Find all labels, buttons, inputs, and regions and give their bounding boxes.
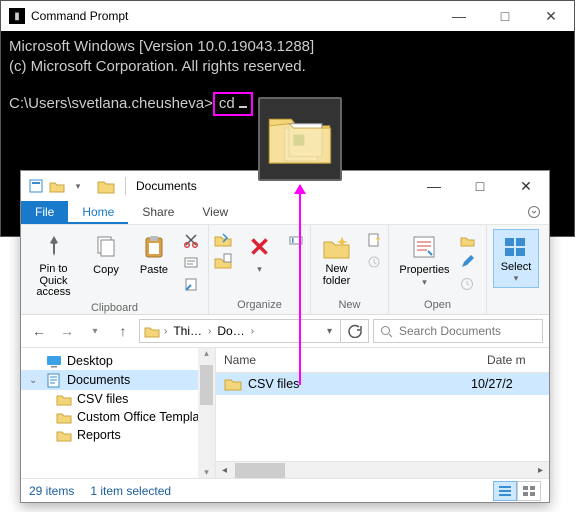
tree-item-documents[interactable]: ⌄ Documents <box>21 370 215 390</box>
new-group-label: New <box>338 298 360 312</box>
qat-dropdown-icon[interactable]: ▾ <box>69 177 87 195</box>
cmd-output-line: (c) Microsoft Corporation. All rights re… <box>9 57 566 77</box>
drag-arrow-annotation <box>299 185 301 385</box>
cmd-titlebar[interactable]: ▮ Command Prompt — □ ✕ <box>1 1 574 31</box>
file-row-csv[interactable]: CSV files 10/27/2 <box>216 373 549 395</box>
column-date[interactable]: Date m <box>479 348 549 372</box>
search-icon <box>380 325 393 338</box>
file-explorer-window: ▾ Documents — □ ✕ File Home Share View P… <box>20 170 550 503</box>
cmd-title: Command Prompt <box>31 9 436 23</box>
delete-button[interactable]: ✕ ▾ <box>238 229 282 277</box>
refresh-button[interactable] <box>340 320 368 342</box>
select-button[interactable]: Select ▾ <box>493 229 539 288</box>
chevron-right-icon[interactable]: › <box>206 326 213 337</box>
tree-item-reports[interactable]: Reports <box>21 426 215 444</box>
drag-folder-ghost <box>258 97 342 181</box>
rename-button[interactable] <box>286 229 308 251</box>
tab-view[interactable]: View <box>188 201 242 224</box>
tab-share[interactable]: Share <box>128 201 188 224</box>
nav-back-button[interactable]: ← <box>27 319 51 343</box>
explorer-title: Documents <box>136 179 407 193</box>
breadcrumb[interactable]: › Thi… › Do… › ▾ <box>139 319 369 343</box>
address-bar: ← → ▾ ↑ › Thi… › Do… › ▾ Search Document… <box>21 315 549 348</box>
paste-shortcut-button[interactable] <box>180 273 202 295</box>
nav-tree[interactable]: Desktop ⌄ Documents CSV files Custom Off… <box>21 348 216 478</box>
copy-to-button[interactable] <box>212 251 234 273</box>
view-details-button[interactable] <box>493 481 517 501</box>
easy-access-button[interactable] <box>363 251 385 273</box>
qat-newfolder-icon[interactable] <box>48 177 66 195</box>
new-item-button[interactable] <box>363 229 385 251</box>
maximize-button[interactable]: □ <box>482 1 528 31</box>
ribbon: Pin to Quick access Copy Paste Clipboard <box>21 225 549 315</box>
tree-item-desktop[interactable]: Desktop <box>21 352 215 370</box>
properties-button[interactable]: Properties ▾ <box>397 229 451 290</box>
breadcrumb-dropdown-icon[interactable]: ▾ <box>327 326 338 337</box>
close-button[interactable]: ✕ <box>528 1 574 31</box>
breadcrumb-folder-icon <box>144 323 160 339</box>
organize-group-label: Organize <box>237 298 282 312</box>
column-name[interactable]: Name <box>216 348 479 372</box>
open-button[interactable] <box>456 229 478 251</box>
new-folder-button[interactable]: New folder <box>315 229 359 289</box>
status-bar: 29 items 1 item selected <box>21 478 549 502</box>
explorer-minimize-button[interactable]: — <box>411 171 457 201</box>
history-button[interactable] <box>456 273 478 295</box>
chevron-right-icon[interactable]: › <box>249 326 256 337</box>
breadcrumb-seg[interactable]: Thi… <box>171 324 204 338</box>
copy-path-button[interactable] <box>180 251 202 273</box>
folder-icon <box>224 376 242 392</box>
minimize-button[interactable]: — <box>436 1 482 31</box>
file-list-hscroll[interactable]: ◂▸ <box>216 461 549 478</box>
status-count: 29 items <box>29 484 74 498</box>
cmd-app-icon: ▮ <box>9 8 25 24</box>
tree-scrollbar[interactable]: ▴ ▾ <box>198 348 215 478</box>
titlebar-folder-icon <box>97 177 115 195</box>
explorer-maximize-button[interactable]: □ <box>457 171 503 201</box>
move-to-button[interactable] <box>212 229 234 251</box>
tab-home[interactable]: Home <box>68 201 128 224</box>
cmd-typed-command: cd <box>213 92 253 116</box>
view-large-button[interactable] <box>517 481 541 501</box>
ribbon-expand-icon[interactable] <box>527 205 541 219</box>
pin-to-quick-access-button[interactable]: Pin to Quick access <box>27 229 80 301</box>
nav-forward-button[interactable]: → <box>55 319 79 343</box>
cut-button[interactable] <box>180 229 202 251</box>
ribbon-tabs: File Home Share View <box>21 201 549 225</box>
tree-item-csv[interactable]: CSV files <box>21 390 215 408</box>
explorer-close-button[interactable]: ✕ <box>503 171 549 201</box>
status-selected: 1 item selected <box>90 484 171 498</box>
breadcrumb-seg[interactable]: Do… <box>215 324 246 338</box>
paste-button[interactable]: Paste <box>132 229 176 278</box>
file-list[interactable]: Name Date m CSV files 10/27/2 ◂▸ <box>216 348 549 478</box>
open-group-label: Open <box>424 298 451 312</box>
nav-recent-button[interactable]: ▾ <box>83 319 107 343</box>
tree-item-custom[interactable]: Custom Office Templa… <box>21 408 215 426</box>
qat-properties-icon[interactable] <box>27 177 45 195</box>
chevron-right-icon[interactable]: › <box>162 326 169 337</box>
nav-up-button[interactable]: ↑ <box>111 319 135 343</box>
clipboard-group-label: Clipboard <box>91 301 138 315</box>
cmd-prompt: C:\Users\svetlana.cheusheva> <box>9 95 213 112</box>
cmd-output-line: Microsoft Windows [Version 10.0.19043.12… <box>9 37 566 57</box>
tab-file[interactable]: File <box>21 201 68 224</box>
edit-button[interactable] <box>456 251 478 273</box>
search-input[interactable]: Search Documents <box>373 319 543 343</box>
copy-button[interactable]: Copy <box>84 229 128 278</box>
